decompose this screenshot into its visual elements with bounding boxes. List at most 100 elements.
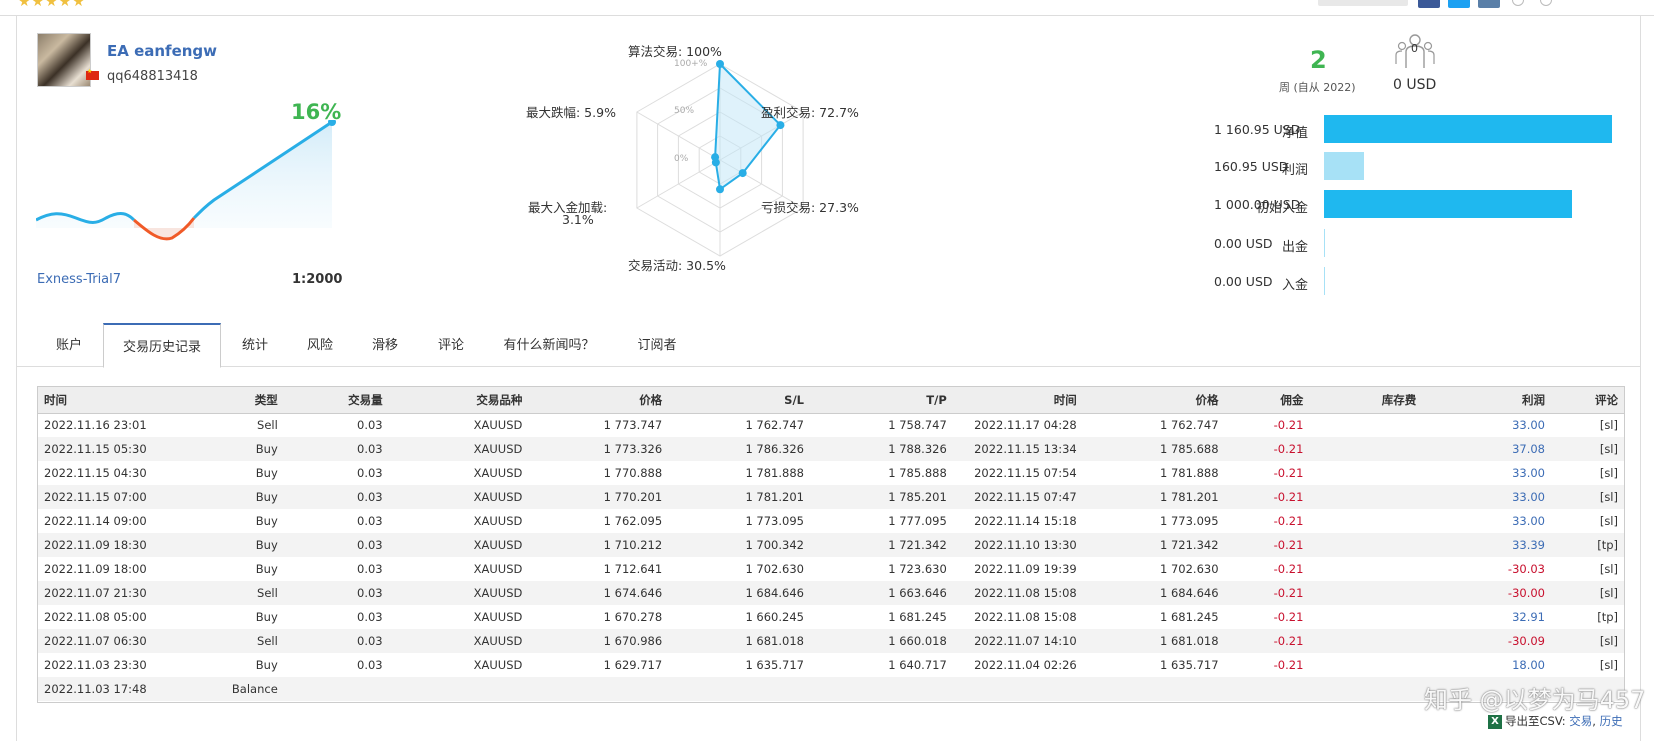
radar-chart: 100+% 50% 0% — [636, 59, 804, 257]
radar-label-drawdown: 最大跌幅: 5.9% — [526, 105, 616, 120]
table-row: 2022.11.09 18:00 Buy 0.03 XAUUSD 1 712.641 1 … — [38, 557, 1624, 581]
tab-risks[interactable]: 风险 — [289, 323, 351, 368]
col-commission[interactable]: 佣金 — [1224, 387, 1310, 414]
tab-news[interactable]: 有什么新闻吗？ — [485, 323, 613, 368]
rating-stars[interactable]: ★★★★★ — [18, 0, 86, 10]
cell-close-time: 2022.11.10 13:30 — [952, 533, 1083, 557]
signal-name[interactable]: EA eanfengw — [107, 42, 217, 60]
cell-symbol: XAUUSD — [473, 514, 523, 528]
cell-close-time: 2022.11.08 15:08 — [952, 581, 1083, 605]
cell-swap — [1309, 485, 1423, 509]
col-sl[interactable]: S/L — [668, 387, 810, 414]
stat-row-withdrawals: 出金 0.00 USD — [1120, 229, 1640, 257]
cell-type: Buy — [177, 437, 284, 461]
cell-tp: 1 640.717 — [888, 658, 947, 672]
favorite-icon[interactable] — [1540, 0, 1552, 6]
col-swap[interactable]: 库存费 — [1309, 387, 1423, 414]
col-close-time[interactable]: 时间 — [952, 387, 1083, 414]
stat-value: 1 160.95 USD — [1214, 122, 1301, 137]
col-type[interactable]: 类型 — [177, 387, 284, 414]
cell-open-price: 1 770.201 — [528, 485, 669, 509]
radar-point — [716, 60, 724, 68]
cell-volume: 0.03 — [283, 485, 389, 509]
radar-label-deposit-load-value: 3.1% — [562, 212, 594, 227]
cell-volume: 0.03 — [357, 514, 383, 528]
col-comment[interactable]: 评论 — [1551, 387, 1624, 414]
cell-volume: 0.03 — [283, 629, 389, 653]
col-profit[interactable]: 利润 — [1422, 387, 1551, 414]
cell-tp: 1 681.245 — [888, 610, 947, 624]
cell-volume: 0.03 — [283, 581, 389, 605]
avatar[interactable] — [37, 33, 91, 87]
cell-close-time: 2022.11.15 13:34 — [952, 437, 1083, 461]
cell-swap — [1309, 581, 1423, 605]
cell-comment: [sl] — [1551, 629, 1624, 653]
cell-tp: 1 788.326 — [809, 437, 953, 461]
weeks-count: 2 — [1310, 46, 1327, 74]
col-volume[interactable]: 交易量 — [283, 387, 389, 414]
twitter-icon[interactable] — [1448, 0, 1470, 8]
radar-point — [716, 185, 724, 194]
cell-open-time: 2022.11.09 18:00 — [44, 562, 147, 576]
top-action-button[interactable] — [1318, 0, 1408, 6]
cell-close-price: 1 702.630 — [1160, 562, 1219, 576]
col-tp[interactable]: T/P — [809, 387, 953, 414]
stat-value: 0.00 USD — [1214, 236, 1273, 251]
settings-icon[interactable] — [1512, 0, 1524, 6]
cell-tp: 1 663.646 — [809, 581, 953, 605]
cell-close-price: 1 684.646 — [1082, 581, 1225, 605]
cell-comment: [sl] — [1599, 562, 1618, 576]
csv-export: X 导出至CSV: 交易, 历史 — [1488, 713, 1623, 729]
cell-open-price: 1 712.641 — [603, 562, 663, 576]
col-symbol[interactable]: 交易品种 — [388, 387, 529, 414]
export-trades-link[interactable]: 交易 — [1569, 714, 1592, 728]
broker-server[interactable]: Exness-Trial7 — [37, 272, 121, 287]
cell-close-time: 2022.11.15 07:54 — [974, 466, 1077, 480]
share-icon[interactable] — [1478, 0, 1500, 8]
cell-close-price: 1 681.245 — [1160, 610, 1219, 624]
cell-open-time: 2022.11.03 17:48 — [38, 677, 178, 701]
radar-label-profit-trades: 盈利交易: 72.7% — [761, 105, 859, 120]
cell-swap — [1309, 533, 1423, 557]
cell-profit: 33.00 — [1422, 485, 1551, 509]
china-flag-icon — [86, 68, 99, 80]
cell-type: Buy — [255, 562, 278, 576]
tab-statistics[interactable]: 统计 — [223, 323, 287, 368]
cell-commission: -0.21 — [1224, 437, 1310, 461]
tab-account[interactable]: 账户 — [37, 323, 101, 368]
cell-type: Buy — [255, 514, 278, 528]
cell-volume — [283, 677, 389, 701]
subscription-amount: 0 USD — [1393, 77, 1437, 93]
col-open-price[interactable]: 价格 — [528, 387, 669, 414]
cell-open-time: 2022.11.15 07:00 — [38, 485, 178, 509]
cell-close-time: 2022.11.09 19:39 — [974, 562, 1077, 576]
table-row: 2022.11.15 05:30 Buy 0.03 XAUUSD 1 773.326 1 … — [38, 437, 1624, 461]
cell-open-price: 1 770.888 — [603, 466, 663, 480]
tab-subscribers[interactable]: 订阅者 — [615, 323, 699, 368]
cell-commission: -0.21 — [1273, 466, 1304, 480]
cell-open-time: 2022.11.09 18:30 — [38, 533, 178, 557]
cell-open-price: 1 629.717 — [603, 658, 663, 672]
radar-label-algo: 算法交易: 100% — [628, 44, 722, 59]
stat-bar — [1324, 115, 1612, 143]
cell-close-price: 1 781.888 — [1160, 466, 1219, 480]
cell-comment: [sl] — [1599, 658, 1618, 672]
cell-commission: -0.21 — [1273, 514, 1304, 528]
tab-slippage[interactable]: 滑移 — [353, 323, 417, 368]
cell-open-price — [528, 677, 669, 701]
stat-value: 160.95 USD — [1214, 159, 1289, 174]
cell-profit: 33.00 — [1512, 418, 1545, 433]
cell-type: Buy — [255, 658, 278, 672]
cell-swap — [1309, 629, 1423, 653]
tab-reviews[interactable]: 评论 — [419, 323, 483, 368]
tab-trade-history[interactable]: 交易历史记录 — [103, 323, 221, 368]
cell-sl: 1 660.245 — [745, 610, 804, 624]
cell-comment: [sl] — [1599, 514, 1618, 528]
col-open-time[interactable]: 时间 — [38, 387, 178, 414]
facebook-icon[interactable] — [1418, 0, 1440, 8]
cell-symbol: XAUUSD — [388, 485, 529, 509]
cell-open-time: 2022.11.03 23:30 — [44, 658, 147, 672]
cell-sl: 1 773.095 — [745, 514, 804, 528]
export-history-link[interactable]: 历史 — [1600, 714, 1623, 728]
col-close-price[interactable]: 价格 — [1082, 387, 1225, 414]
